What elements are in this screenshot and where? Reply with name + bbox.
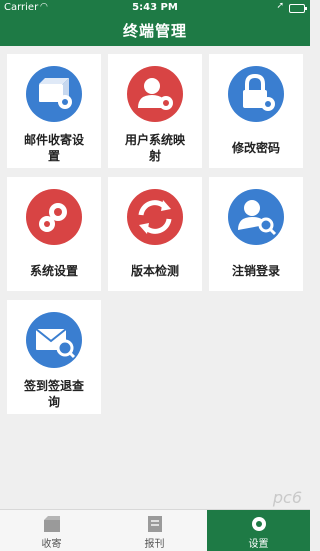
tab-label: 收寄 <box>41 539 62 550</box>
tile-label: 修改密码 <box>231 141 280 155</box>
tile-label: 邮件收寄设置 <box>23 133 84 163</box>
tile-mail-settings[interactable]: 邮件收寄设置 <box>7 54 101 168</box>
mail-search-icon <box>26 312 82 368</box>
tab-label: 设置 <box>248 539 269 550</box>
user-search-icon <box>228 189 284 245</box>
watermark: pc6 <box>272 488 302 507</box>
tab-collect[interactable]: 收寄 <box>0 510 103 551</box>
tile-change-password[interactable]: 修改密码 <box>209 54 303 168</box>
user-gear-icon <box>127 66 183 122</box>
tile-system-settings[interactable]: 系统设置 <box>7 177 101 291</box>
clock: 5:43 PM <box>132 2 178 13</box>
tile-checkin-query[interactable]: 签到签退查询 <box>7 300 101 414</box>
lock-gear-icon <box>228 66 284 122</box>
battery-icon <box>289 4 307 13</box>
tab-settings[interactable]: 设置 <box>207 510 310 551</box>
location-icon: ➚ <box>276 1 284 11</box>
tile-label: 签到签退查询 <box>23 379 84 409</box>
package-gear-icon <box>26 66 82 122</box>
tab-label: 报刊 <box>144 539 165 550</box>
tab-newspaper[interactable]: 报刊 <box>103 510 206 551</box>
refresh-icon <box>127 189 183 245</box>
tile-label: 用户系统映射 <box>124 133 185 163</box>
tile-user-system-mapping[interactable]: 用户系统映射 <box>108 54 202 168</box>
tile-label: 系统设置 <box>29 264 78 278</box>
tile-logout[interactable]: 注销登录 <box>209 177 303 291</box>
header-bar: Carrier ◠ 5:43 PM ➚ 终端管理 <box>0 0 310 46</box>
status-bar: Carrier ◠ 5:43 PM ➚ <box>0 0 310 16</box>
tab-bar: 收寄 报刊 设置 <box>0 509 310 551</box>
tile-label: 注销登录 <box>231 264 280 278</box>
box-icon <box>43 516 60 532</box>
tile-version-check[interactable]: 版本检测 <box>108 177 202 291</box>
newspaper-icon <box>147 516 162 532</box>
settings-icon <box>251 517 266 531</box>
gears-icon <box>26 189 82 245</box>
tile-label: 版本检测 <box>130 264 179 278</box>
page-title: 终端管理 <box>122 22 187 40</box>
